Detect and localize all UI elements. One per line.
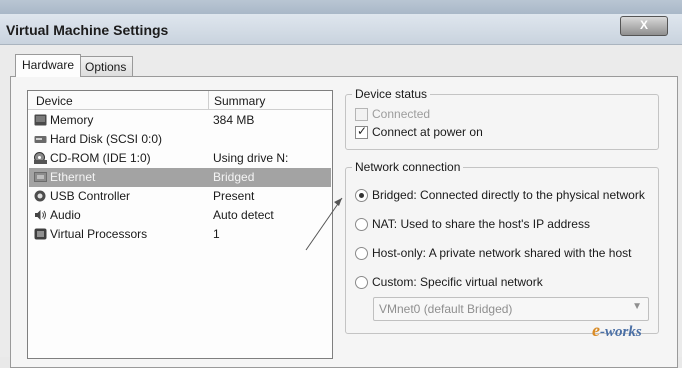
watermark-logo: e-works <box>592 320 642 341</box>
bridged-radio[interactable] <box>355 189 368 202</box>
summary-column-header[interactable]: Summary <box>214 94 265 108</box>
custom-network-value: VMnet0 (default Bridged) <box>379 302 513 316</box>
title-bar[interactable]: Virtual Machine Settings X <box>0 14 682 45</box>
device-row-hard-disk[interactable]: Hard Disk (SCSI 0:0) <box>29 130 331 149</box>
close-icon: X <box>639 18 648 32</box>
host-only-radio[interactable] <box>355 247 368 260</box>
watermark-logo-prefix: e <box>592 320 600 340</box>
custom-radio[interactable] <box>355 276 368 289</box>
device-list-header: Device Summary <box>28 91 332 110</box>
device-list[interactable]: Device Summary Memory 384 MB Hard Disk (… <box>27 90 333 359</box>
device-row-usb[interactable]: USB Controller Present <box>29 187 331 206</box>
device-name: USB Controller <box>50 189 131 203</box>
host-only-label: Host-only: A private network shared with… <box>372 246 632 260</box>
device-row-audio[interactable]: Audio Auto detect <box>29 206 331 225</box>
device-summary: Bridged <box>213 170 255 184</box>
column-divider[interactable] <box>208 91 209 109</box>
connect-at-power-on-checkbox[interactable]: ✓ <box>355 124 368 139</box>
processor-icon <box>34 228 47 240</box>
bridged-label: Bridged: Connected directly to the physi… <box>372 188 645 202</box>
memory-icon <box>34 114 47 126</box>
chevron-down-icon: ▼ <box>632 301 642 312</box>
connect-at-power-on-label: Connect at power on <box>372 125 483 139</box>
tab-options[interactable]: Options <box>78 56 134 77</box>
window-title: Virtual Machine Settings <box>6 22 169 38</box>
custom-label: Custom: Specific virtual network <box>372 275 543 289</box>
device-row-memory[interactable]: Memory 384 MB <box>29 111 331 130</box>
device-column-header[interactable]: Device <box>36 94 73 108</box>
device-name: Audio <box>50 208 81 222</box>
cd-rom-icon <box>34 152 47 164</box>
device-name: Virtual Processors <box>50 227 148 241</box>
ethernet-icon <box>34 172 47 182</box>
audio-icon <box>35 210 46 220</box>
device-row-ethernet[interactable]: Ethernet Bridged <box>29 168 331 187</box>
device-name: Memory <box>50 113 94 127</box>
device-name: CD-ROM (IDE 1:0) <box>50 151 151 165</box>
device-summary: Auto detect <box>213 208 274 222</box>
device-summary: Present <box>213 189 255 203</box>
hard-disk-icon <box>34 136 47 143</box>
tab-options-label: Options <box>85 60 127 74</box>
checkmark-icon: ✓ <box>357 124 368 138</box>
watermark-logo-suffix: -works <box>600 324 642 340</box>
radio-selected-dot <box>359 193 364 198</box>
device-name: Ethernet <box>50 170 96 184</box>
device-name: Hard Disk (SCSI 0:0) <box>50 132 163 146</box>
connected-label: Connected <box>372 107 431 121</box>
custom-network-select[interactable]: VMnet0 (default Bridged) ▼ <box>373 297 649 321</box>
device-row-processors[interactable]: Virtual Processors 1 <box>29 225 331 244</box>
network-connection-legend: Network connection <box>352 160 464 174</box>
nat-label: NAT: Used to share the host's IP address <box>372 217 590 231</box>
device-summary: 1 <box>213 227 220 241</box>
device-status-legend: Device status <box>352 87 431 101</box>
tab-hardware[interactable]: Hardware <box>15 54 82 77</box>
device-summary: 384 MB <box>213 113 255 127</box>
device-row-cd-rom[interactable]: CD-ROM (IDE 1:0) Using drive N: <box>29 149 331 168</box>
tab-hardware-label: Hardware <box>22 58 75 72</box>
close-button[interactable]: X <box>620 16 668 36</box>
usb-icon <box>34 190 46 202</box>
device-status-group <box>345 94 659 150</box>
background-window-strip <box>0 0 682 14</box>
nat-radio[interactable] <box>355 218 368 231</box>
device-summary: Using drive N: <box>213 151 289 165</box>
connected-checkbox[interactable] <box>355 108 368 121</box>
